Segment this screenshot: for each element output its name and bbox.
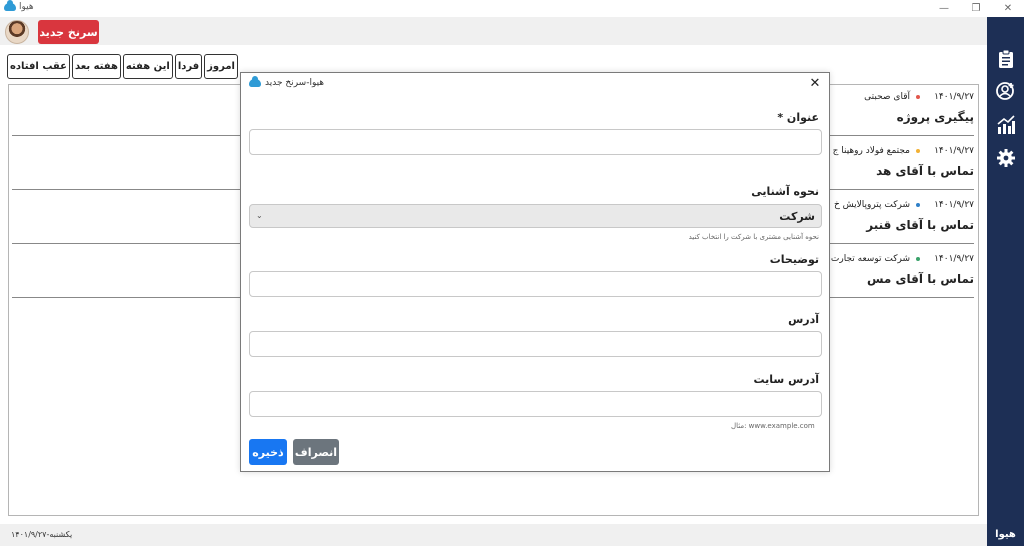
date-filter-bar: عقب افتاده هفته بعد این هفته فردا امروز — [7, 54, 238, 79]
filter-overdue-button[interactable]: عقب افتاده — [7, 54, 70, 79]
dialog-title-text: هیوا-سرنخ جدید — [265, 78, 325, 88]
task-title: تماس با آقای مس — [866, 272, 974, 286]
priority-dot — [916, 257, 920, 261]
title-input[interactable] — [249, 129, 822, 155]
task-contact: شرکت پتروپالایش خ — [833, 200, 910, 210]
title-label: عنوان * — [777, 111, 819, 124]
task-date: ۱۴۰۱/۹/۲۷ — [934, 92, 974, 102]
app-title-text: هیوا — [19, 2, 34, 12]
status-date: یکشنبه-۱۴۰۱/۹/۲۷ — [11, 530, 73, 539]
task-date: ۱۴۰۱/۹/۲۷ — [934, 254, 974, 264]
filter-tomorrow-button[interactable]: فردا — [174, 54, 203, 79]
priority-dot — [916, 203, 920, 207]
task-meta: شرکت توسعه تجارت ۱۴۰۱/۹/۲۷ — [831, 252, 974, 266]
cloud-logo-icon — [249, 76, 261, 87]
task-title: پیگیری پروژه — [896, 110, 974, 124]
add-user-icon[interactable] — [996, 81, 1016, 101]
new-lead-button[interactable]: سرنخ جدید — [38, 20, 99, 44]
new-lead-dialog: هیوا-سرنخ جدید ✕ عنوان * نحوه آشنایی شرک… — [240, 72, 830, 472]
description-input[interactable] — [249, 271, 822, 297]
restore-icon[interactable]: ❐ — [960, 0, 992, 17]
clipboard-icon[interactable] — [996, 49, 1016, 69]
close-window-icon[interactable]: ✕ — [992, 0, 1024, 17]
priority-dot — [916, 95, 920, 99]
save-button[interactable]: ذخیره — [249, 439, 287, 465]
window-titlebar: هیوا — ❐ ✕ — [0, 0, 1024, 17]
task-title: تماس با آقای قنبر — [866, 218, 974, 232]
website-input[interactable] — [249, 391, 822, 417]
brand-label: هیوا — [995, 529, 1016, 540]
description-label: توضیحات — [769, 253, 819, 266]
minimize-icon[interactable]: — — [928, 0, 960, 17]
chevron-down-icon: ⌄ — [256, 211, 263, 220]
acquaintance-value: شرکت — [779, 210, 815, 223]
address-input[interactable] — [249, 331, 822, 357]
gear-icon[interactable] — [996, 148, 1016, 168]
task-item[interactable]: مجتمع فولاد روهینا ج ۱۴۰۱/۹/۲۷ تماس با آ… — [814, 144, 974, 194]
window-controls: — ❐ ✕ — [928, 0, 1024, 17]
avatar[interactable] — [5, 20, 29, 44]
app-title: هیوا — [4, 0, 34, 12]
filter-this-week-button[interactable]: این هفته — [122, 54, 173, 79]
status-bar: یکشنبه-۱۴۰۱/۹/۲۷ — [0, 524, 987, 546]
task-contact: مجتمع فولاد روهینا ج — [832, 146, 910, 156]
task-contact: شرکت توسعه تجارت — [830, 254, 910, 264]
dialog-title: هیوا-سرنخ جدید — [249, 76, 325, 88]
task-item[interactable]: آقای صحبتی ۱۴۰۱/۹/۲۷ پیگیری پروژه — [814, 90, 974, 140]
task-meta: آقای صحبتی ۱۴۰۱/۹/۲۷ — [864, 90, 974, 104]
chart-icon[interactable] — [996, 115, 1016, 135]
dialog-titlebar: هیوا-سرنخ جدید ✕ — [241, 73, 829, 95]
filter-next-week-button[interactable]: هفته بعد — [71, 54, 121, 79]
task-date: ۱۴۰۱/۹/۲۷ — [934, 200, 974, 210]
task-date: ۱۴۰۱/۹/۲۷ — [934, 146, 974, 156]
task-meta: مجتمع فولاد روهینا ج ۱۴۰۱/۹/۲۷ — [833, 144, 974, 158]
acquaintance-hint: نحوه آشنایی مشتری با شرکت را انتخاب کنید — [688, 233, 819, 241]
task-title: تماس با آقای هد — [876, 164, 974, 178]
priority-dot — [916, 149, 920, 153]
filter-today-button[interactable]: امروز — [204, 54, 238, 79]
website-label: آدرس سایت — [753, 373, 819, 386]
sidebar: هیوا — [987, 17, 1024, 546]
task-item[interactable]: شرکت پتروپالایش خ ۱۴۰۱/۹/۲۷ تماس با آقای… — [814, 198, 974, 248]
close-icon[interactable]: ✕ — [807, 75, 823, 91]
acquaintance-select[interactable]: شرکت ⌄ — [249, 204, 822, 228]
acquaintance-label: نحوه آشنایی — [751, 185, 819, 198]
top-toolbar: سرنخ جدید — [0, 17, 987, 45]
task-contact: آقای صحبتی — [864, 92, 910, 102]
website-hint: مثال: www.example.com — [731, 422, 815, 430]
task-item[interactable]: شرکت توسعه تجارت ۱۴۰۱/۹/۲۷ تماس با آقای … — [814, 252, 974, 302]
address-label: آدرس — [788, 313, 819, 326]
cancel-button[interactable]: انصراف — [293, 439, 339, 465]
task-meta: شرکت پتروپالایش خ ۱۴۰۱/۹/۲۷ — [834, 198, 974, 212]
cloud-logo-icon — [4, 0, 16, 11]
